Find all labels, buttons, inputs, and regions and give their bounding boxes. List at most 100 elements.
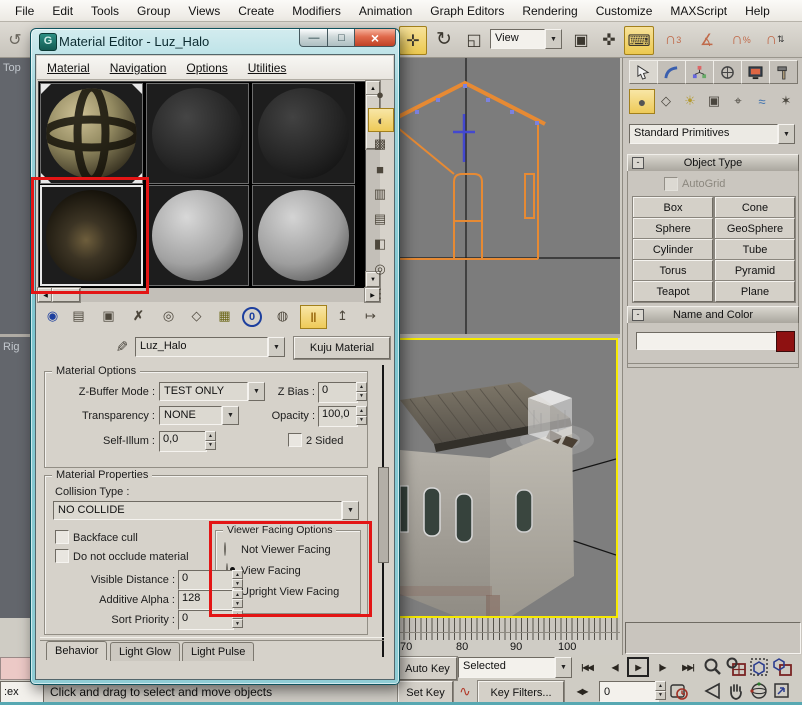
rollout-scrollbar-thumb[interactable] [378, 467, 389, 563]
zoom-button[interactable] [702, 656, 724, 678]
spin-up-icon[interactable]: ▲ [356, 382, 367, 392]
sample-uv-tiling-button[interactable]: ■ [368, 158, 392, 180]
reference-coordsys-dropdown[interactable]: View ▼ [490, 29, 562, 49]
spin-down-icon[interactable]: ▼ [232, 579, 243, 588]
dropdown-arrow-icon[interactable]: ▼ [555, 657, 572, 678]
spin-down-icon[interactable]: ▼ [232, 599, 243, 608]
angle-snap-button[interactable]: ∡ [692, 26, 722, 53]
self-illum-field[interactable]: 0,0 [159, 431, 207, 452]
undo-icon[interactable]: ↺ [2, 26, 28, 53]
tab-light-glow[interactable]: Light Glow [110, 642, 180, 661]
track-bar[interactable] [398, 618, 620, 633]
visible-distance-spinner[interactable]: ▲▼ [232, 570, 243, 588]
auto-key-button[interactable]: Auto Key [398, 657, 457, 680]
set-key-button[interactable]: Set Key [398, 681, 453, 704]
menu-graph-editors[interactable]: Graph Editors [421, 1, 513, 21]
helpers-category-button[interactable]: ⌖ [727, 91, 749, 111]
maximize-button[interactable]: □ [327, 29, 356, 47]
collision-type-dropdown[interactable]: NO COLLIDE ▼ [53, 501, 359, 520]
scroll-left-icon[interactable]: ◀ [38, 288, 53, 302]
viewport-divider[interactable] [0, 334, 30, 337]
name-color-rollout-header[interactable]: - Name and Color [627, 306, 799, 324]
next-frame-button[interactable]: |▶ [651, 657, 673, 678]
pick-material-eyedropper-icon[interactable]: ✎ [112, 337, 132, 357]
menu-maxscript[interactable]: MAXScript [661, 1, 736, 21]
maxscript-listener-pink-row[interactable] [0, 657, 31, 680]
object-type-rollout-header[interactable]: - Object Type [627, 154, 799, 172]
spin-down-icon[interactable]: ▼ [356, 416, 367, 426]
spin-up-icon[interactable]: ▲ [232, 590, 243, 599]
perspective-viewport[interactable] [398, 338, 618, 618]
snap-toggle-3d-button[interactable]: ∩3 [658, 26, 688, 53]
material-name-dropdown[interactable]: Luz_Halo ▼ [135, 337, 285, 357]
me-menu-material[interactable]: Material [37, 58, 100, 78]
current-frame-field[interactable]: 0 [599, 681, 659, 702]
spin-down-icon[interactable]: ▼ [655, 691, 666, 701]
hscroll-thumb[interactable] [52, 288, 80, 302]
make-preview-button[interactable]: ▤ [368, 208, 392, 230]
dropdown-arrow-icon[interactable]: ▼ [545, 29, 562, 49]
me-menu-utilities[interactable]: Utilities [238, 58, 297, 78]
z-bias-spinner[interactable]: ▲▼ [356, 382, 367, 401]
opacity-field[interactable]: 100,0 [318, 406, 358, 427]
make-unique-button[interactable]: ◇ [184, 305, 209, 327]
object-name-input[interactable] [636, 332, 776, 350]
dropdown-arrow-icon[interactable]: ▼ [778, 124, 795, 144]
spin-down-icon[interactable]: ▼ [205, 441, 216, 451]
space-warps-category-button[interactable]: ≈ [751, 91, 773, 111]
backlight-button[interactable]: ◐ [368, 108, 394, 132]
tube-button[interactable]: Tube [715, 239, 795, 260]
key-mode-toggle-button[interactable]: ◀▶ [570, 681, 594, 702]
arc-rotate-button[interactable] [748, 680, 770, 702]
palette-hscrollbar[interactable]: ◀ ▶ [38, 288, 380, 302]
menu-create[interactable]: Create [229, 1, 283, 21]
keyboard-shortcut-override-button[interactable]: ⌨ [624, 26, 654, 55]
material-editor-titlebar[interactable]: G Material Editor - Luz_Halo — □ × [31, 29, 397, 54]
menu-rendering[interactable]: Rendering [513, 1, 586, 21]
menu-views[interactable]: Views [179, 1, 229, 21]
background-button[interactable]: ▩ [368, 133, 392, 155]
assign-material-to-selection-button[interactable]: ▣ [96, 305, 121, 327]
reset-map-button[interactable]: ✗ [126, 305, 151, 327]
menu-modifiers[interactable]: Modifiers [283, 1, 350, 21]
z-buffer-mode-dropdown[interactable]: TEST ONLY ▼ [159, 382, 265, 401]
autogrid-checkbox[interactable] [664, 177, 678, 191]
show-end-result-button[interactable]: ‖ [300, 305, 327, 329]
spinner-snap-button[interactable]: ∩⇅ [760, 26, 790, 53]
me-menu-options[interactable]: Options [176, 58, 237, 78]
select-and-manipulate-button[interactable]: ✜ [598, 26, 620, 53]
sort-priority-spinner[interactable]: ▲▼ [232, 610, 243, 628]
shapes-category-button[interactable]: ◇ [655, 91, 677, 111]
me-menu-navigation[interactable]: Navigation [100, 58, 177, 78]
geosphere-button[interactable]: GeoSphere [715, 218, 795, 239]
sample-slot-2[interactable] [146, 83, 249, 184]
frame-spinner[interactable]: ▲▼ [655, 681, 666, 700]
spin-up-icon[interactable]: ▲ [232, 570, 243, 579]
menu-group[interactable]: Group [128, 1, 179, 21]
menu-file[interactable]: File [6, 1, 43, 21]
menu-tools[interactable]: Tools [82, 1, 128, 21]
go-to-parent-button[interactable]: ↥ [330, 305, 355, 327]
new-key-filter-curve-icon[interactable]: ∿ [455, 681, 475, 702]
show-map-in-viewport-button[interactable]: ◍ [270, 305, 295, 327]
spin-up-icon[interactable]: ▲ [232, 610, 243, 619]
teapot-button[interactable]: Teapot [633, 281, 713, 302]
go-to-end-button[interactable]: ▶▶| [676, 657, 700, 678]
tab-display[interactable] [741, 60, 770, 84]
left-viewport-strip[interactable]: Top Rig [0, 58, 31, 618]
geometry-category-button[interactable]: ● [629, 89, 655, 114]
spin-down-icon[interactable]: ▼ [232, 619, 243, 628]
sample-slot-1[interactable] [40, 83, 143, 184]
pyramid-button[interactable]: Pyramid [715, 260, 795, 281]
object-color-swatch[interactable] [776, 331, 795, 352]
two-sided-checkbox[interactable] [288, 433, 302, 447]
menu-animation[interactable]: Animation [350, 1, 421, 21]
additive-alpha-spinner[interactable]: ▲▼ [232, 590, 243, 608]
do-not-occlude-checkbox[interactable] [55, 549, 69, 563]
z-bias-field[interactable]: 0 [318, 382, 358, 403]
lights-category-button[interactable]: ☀ [679, 91, 701, 111]
select-by-material-button[interactable]: ◎ [368, 258, 392, 280]
close-button[interactable]: × [354, 29, 396, 47]
sample-slot-3[interactable] [252, 83, 355, 184]
box-button[interactable]: Box [633, 197, 713, 218]
